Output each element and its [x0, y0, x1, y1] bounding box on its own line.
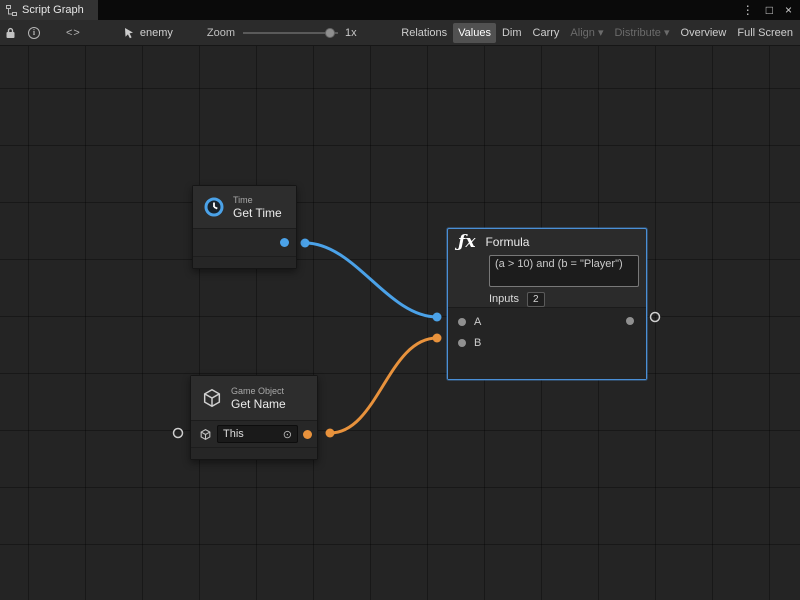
formula-inputs-count[interactable]: 2 — [527, 292, 545, 307]
get-time-header: Time Get Time — [193, 186, 296, 229]
formula-input-b-port[interactable] — [433, 334, 442, 343]
zoom-value: 1x — [345, 27, 357, 39]
zoom-label: Zoom — [207, 27, 235, 39]
graph-breadcrumb[interactable]: enemy — [123, 27, 173, 39]
wire-start-dot-blue[interactable] — [301, 239, 310, 248]
close-icon[interactable]: × — [785, 4, 792, 16]
maximize-icon[interactable]: □ — [766, 4, 773, 16]
menu-icon[interactable]: ⋮ — [742, 4, 754, 16]
node-title: Get Name — [231, 397, 286, 411]
get-time-output-port[interactable] — [280, 238, 289, 247]
node-category: Time — [233, 195, 282, 206]
get-time-body — [193, 229, 296, 256]
get-name-header: Game Object Get Name — [191, 376, 317, 421]
dim-button[interactable]: Dim — [497, 23, 527, 43]
get-time-footer — [193, 256, 296, 268]
relations-button[interactable]: Relations — [396, 23, 452, 43]
script-graph-window: Script Graph ⋮ □ × i <> enemy Zoom — [0, 0, 800, 600]
zoom-slider[interactable] — [243, 26, 338, 40]
distribute-dropdown[interactable]: Distribute ▾ — [609, 22, 674, 43]
port-row-a: A — [448, 311, 646, 332]
overview-button[interactable]: Overview — [676, 23, 732, 43]
formula-inputs-row: Inputs 2 — [448, 291, 646, 307]
formula-expression-input[interactable]: (a > 10) and (b = "Player") — [489, 255, 639, 287]
full-screen-button[interactable]: Full Screen — [732, 23, 798, 43]
formula-fx-icon: ƒx — [458, 232, 475, 252]
port-row-b: B — [448, 332, 646, 353]
zoom-slider-track — [243, 32, 338, 34]
node-get-name[interactable]: Game Object Get Name This ⊙ — [190, 375, 318, 460]
lock-icon[interactable] — [5, 27, 16, 39]
wire-get-name-to-formula-b[interactable] — [330, 338, 437, 433]
get-name-target-field[interactable]: This ⊙ — [217, 425, 298, 443]
code-icon[interactable]: <> — [66, 27, 81, 39]
formula-header: ƒx Formula — [448, 229, 646, 253]
formula-input-a-port[interactable] — [433, 313, 442, 322]
formula-inputs-label: Inputs — [489, 293, 519, 305]
port-a-dot[interactable] — [458, 318, 466, 326]
zoom-slider-handle[interactable] — [325, 28, 335, 38]
formula-result-port[interactable] — [651, 313, 660, 322]
cube-icon-small — [199, 428, 212, 441]
wire-start-dot-orange[interactable] — [326, 429, 335, 438]
node-category: Game Object — [231, 386, 286, 397]
pointer-icon — [123, 27, 135, 39]
toolbar-buttons: Relations Values Dim Carry Align ▾ Distr… — [396, 22, 798, 43]
wire-get-time-to-formula-a[interactable] — [305, 243, 437, 317]
get-name-target-port[interactable] — [174, 429, 183, 438]
node-title: Get Time — [233, 206, 282, 220]
titlebar: Script Graph ⋮ □ × — [0, 0, 800, 20]
carry-button[interactable]: Carry — [528, 23, 565, 43]
clock-icon — [203, 196, 225, 218]
tab-title: Script Graph — [22, 4, 84, 16]
window-controls: ⋮ □ × — [742, 0, 800, 20]
target-value: This — [223, 428, 244, 440]
object-picker-icon[interactable]: ⊙ — [283, 428, 292, 441]
cube-icon — [201, 387, 223, 409]
info-icon[interactable]: i — [28, 27, 40, 39]
get-name-footer — [191, 447, 317, 459]
values-button[interactable]: Values — [453, 23, 496, 43]
node-get-time[interactable]: Time Get Time — [192, 185, 297, 269]
tab-script-graph[interactable]: Script Graph — [0, 0, 98, 20]
formula-expression-row: (a > 10) and (b = "Player") — [448, 253, 646, 291]
align-dropdown[interactable]: Align ▾ — [565, 22, 608, 43]
node-title: Formula — [485, 235, 529, 249]
port-b-label: B — [474, 337, 481, 349]
formula-ports: A B — [448, 307, 646, 379]
wires-layer — [0, 46, 800, 600]
port-b-dot[interactable] — [458, 339, 466, 347]
script-graph-icon — [6, 5, 17, 16]
graph-name: enemy — [140, 27, 173, 39]
toolbar: i <> enemy Zoom 1x Relations Values Dim … — [0, 20, 800, 46]
graph-canvas[interactable]: Time Get Time ƒx Formula (a > 10) and (b… — [0, 46, 800, 600]
port-a-label: A — [474, 316, 481, 328]
formula-result-dot[interactable] — [626, 317, 634, 325]
get-name-output-port[interactable] — [303, 430, 312, 439]
node-formula[interactable]: ƒx Formula (a > 10) and (b = "Player") I… — [447, 228, 647, 380]
get-name-body: This ⊙ — [191, 421, 317, 447]
